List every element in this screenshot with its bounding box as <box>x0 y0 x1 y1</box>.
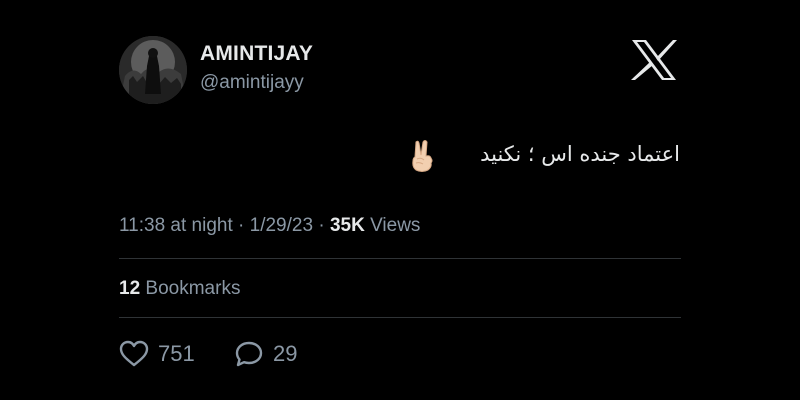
reply-bubble-icon <box>235 341 263 367</box>
divider <box>119 258 681 259</box>
heart-icon <box>119 340 149 367</box>
like-button[interactable]: 751 <box>119 339 195 369</box>
x-logo-icon[interactable] <box>630 38 678 82</box>
tweet-date[interactable]: 1/29/23 <box>250 215 313 236</box>
divider <box>119 317 681 318</box>
like-count: 751 <box>158 341 195 366</box>
user-handle[interactable]: @amintijayy <box>200 72 304 94</box>
avatar[interactable] <box>119 36 187 104</box>
reply-button[interactable]: 29 <box>234 339 297 369</box>
bookmarks-label: Bookmarks <box>145 278 241 299</box>
reply-count: 29 <box>273 341 298 366</box>
bookmarks-link[interactable]: 12 Bookmarks <box>119 278 240 300</box>
tweet-card: AMINTIJAY @amintijayy اعتماد جنده اس ؛ ن… <box>0 0 800 400</box>
victory-hand-icon <box>412 140 433 172</box>
avatar-photo <box>119 36 187 104</box>
views-label: Views <box>370 215 421 236</box>
meta-separator: · <box>318 215 325 236</box>
tweet-time[interactable]: 11:38 at night <box>119 215 233 236</box>
tweet-meta: 11:38 at night · 1/29/23 · 35K Views <box>119 215 420 237</box>
views-count: 35K <box>329 215 365 236</box>
display-name[interactable]: AMINTIJAY <box>200 42 313 66</box>
meta-separator: · <box>238 215 245 236</box>
tweet-text: اعتماد جنده اس ؛ نکنید <box>480 142 680 166</box>
bookmarks-count: 12 <box>119 278 141 299</box>
